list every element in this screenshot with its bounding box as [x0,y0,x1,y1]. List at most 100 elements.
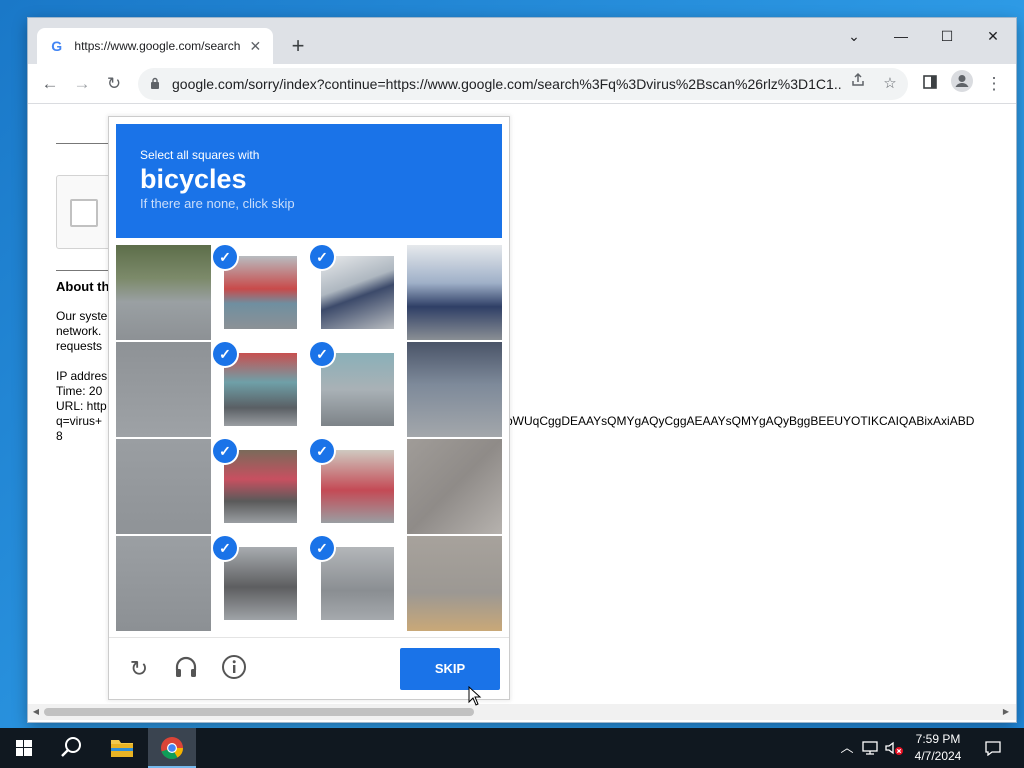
captcha-tile-image [407,342,502,437]
horizontal-scrollbar[interactable]: ◀ ▶ [28,704,1016,720]
divider [56,143,116,144]
recaptcha-checkbox[interactable] [70,199,98,227]
minimize-button[interactable]: — [878,22,924,50]
clock-date: 4/7/2024 [914,749,962,763]
captcha-tile[interactable]: ✓ [213,342,308,437]
forward-button[interactable]: → [68,70,96,98]
about-heading: About th [56,279,110,294]
tab-strip: G https://www.google.com/search?q= ✕ + ⌄… [28,18,1016,64]
tab-search-dropdown-icon[interactable]: ⌄ [831,22,877,50]
back-button[interactable]: ← [36,70,64,98]
menu-kebab-icon[interactable]: ⋮ [980,70,1008,98]
mouse-cursor-icon [468,686,482,706]
close-window-button[interactable]: ✕ [970,22,1016,50]
tile-selected-check-icon: ✓ [310,536,334,560]
recaptcha-widget [56,175,116,249]
captcha-tile[interactable] [116,342,211,437]
captcha-tile[interactable]: ✓ [213,439,308,534]
captcha-tile[interactable]: ✓ [310,536,405,631]
captcha-tile-image [224,353,297,426]
network-icon[interactable] [860,728,880,768]
captcha-tile[interactable]: ✓ [213,245,308,340]
tile-selected-check-icon: ✓ [213,536,237,560]
body-line: Our syste [56,309,108,323]
captcha-tile-image [407,536,502,631]
captcha-tile[interactable] [116,245,211,340]
captcha-tile-image [321,353,394,426]
captcha-subtitle: Select all squares with [140,148,260,162]
captcha-tile[interactable] [407,245,502,340]
tab-google-search[interactable]: G https://www.google.com/search?q= ✕ [37,28,273,64]
captcha-tile[interactable] [116,439,211,534]
captcha-tile-image [224,450,297,523]
reload-challenge-icon[interactable]: ↻ [124,654,154,684]
tile-selected-check-icon: ✓ [310,245,334,269]
bookmark-star-icon[interactable]: ☆ [876,70,904,98]
url-text: google.com/sorry/index?continue=https://… [172,76,842,92]
tile-selected-check-icon: ✓ [213,245,237,269]
taskbar: ︿ 7:59 PM 4/7/2024 [0,728,1024,768]
captcha-tile[interactable] [407,536,502,631]
captcha-tile-image [321,450,394,523]
start-button[interactable] [0,728,48,768]
captcha-tile-image [321,547,394,620]
notification-icon[interactable] [978,728,1008,768]
captcha-tile[interactable] [116,536,211,631]
divider [56,270,116,271]
profile-avatar-icon[interactable] [948,70,976,98]
tray-chevron-icon[interactable]: ︿ [838,728,856,768]
captcha-tile[interactable]: ✓ [310,245,405,340]
captcha-tile-image [224,547,297,620]
chrome-taskbar-icon[interactable] [148,728,196,768]
captcha-tile-image [116,536,211,631]
tile-selected-check-icon: ✓ [310,439,334,463]
reload-button[interactable]: ↻ [100,70,128,98]
scroll-left-icon[interactable]: ◀ [30,706,42,718]
body-line: q=virus+ [56,414,103,428]
body-line: 8 [56,429,63,443]
audio-challenge-icon[interactable] [171,654,201,684]
captcha-tile[interactable] [407,342,502,437]
google-favicon-icon: G [51,38,63,54]
captcha-tile[interactable] [407,439,502,534]
share-icon[interactable] [844,70,872,98]
skip-button[interactable]: SKIP [400,648,500,690]
body-line: Time: 20 [56,384,103,398]
maximize-button[interactable]: ☐ [924,22,970,50]
system-clock[interactable]: 7:59 PM 4/7/2024 [906,731,970,765]
captcha-tile-image [407,439,502,534]
tile-selected-check-icon: ✓ [213,439,237,463]
captcha-tile-image [407,245,502,340]
search-icon[interactable] [48,728,96,768]
body-line: network. [56,324,102,338]
body-line: IP addres [56,369,108,383]
clock-time: 7:59 PM [915,732,961,746]
tab-close-icon[interactable]: ✕ [246,36,265,56]
captcha-tile-image [224,256,297,329]
volume-muted-icon[interactable] [884,728,904,768]
browser-toolbar: ← → ↻ google.com/sorry/index?continue=ht… [28,64,1016,104]
captcha-tile-image [116,342,211,437]
captcha-tile[interactable]: ✓ [310,342,405,437]
file-explorer-icon[interactable] [98,728,146,768]
body-line: requests [56,339,103,353]
tile-selected-check-icon: ✓ [310,342,334,366]
scrollbar-thumb[interactable] [44,708,474,716]
new-tab-button[interactable]: + [284,32,312,60]
scroll-right-icon[interactable]: ▶ [1000,706,1012,718]
tile-selected-check-icon: ✓ [213,342,237,366]
info-icon[interactable] [219,654,249,684]
captcha-tile[interactable]: ✓ [310,439,405,534]
side-panel-icon[interactable] [916,70,944,98]
captcha-header: Select all squares with bicycles If ther… [116,124,502,238]
captcha-tile-image [321,256,394,329]
captcha-tile-image [116,245,211,340]
captcha-image-grid: ✓ ✓ ✓ ✓ ✓ ✓ ✓ ✓ [116,245,502,631]
address-bar[interactable]: google.com/sorry/index?continue=https://… [138,68,908,100]
lock-icon[interactable] [150,77,166,92]
captcha-tile[interactable]: ✓ [213,536,308,631]
captcha-tile-image [116,439,211,534]
captcha-keyword: bicycles [140,164,247,194]
captcha-challenge: Select all squares with bicycles If ther… [108,116,510,700]
tab-title: https://www.google.com/search?q= [74,39,240,53]
